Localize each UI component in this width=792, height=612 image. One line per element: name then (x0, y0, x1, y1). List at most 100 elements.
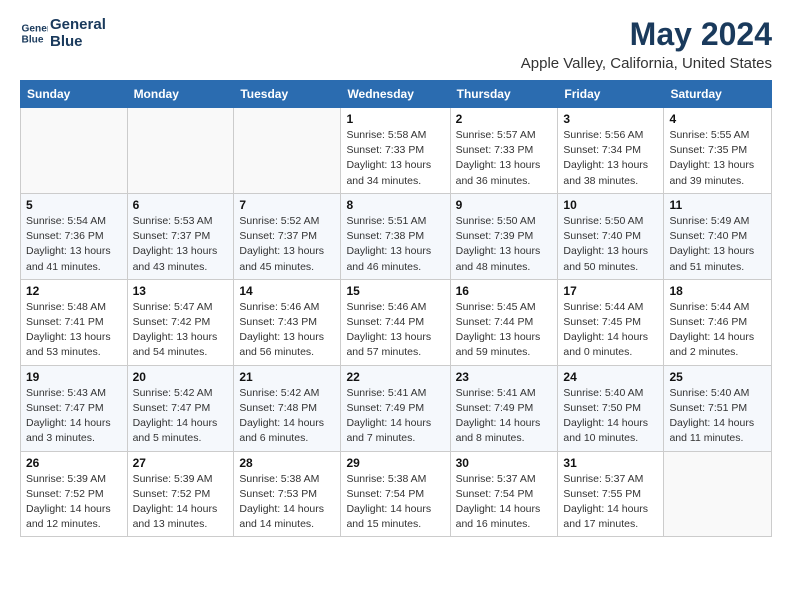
calendar-cell: 11 Sunrise: 5:49 AM Sunset: 7:40 PM Dayli… (664, 193, 772, 279)
logo-line1: General (50, 16, 106, 33)
day-info: Sunrise: 5:58 AM Sunset: 7:33 PM Dayligh… (346, 128, 444, 189)
day-number: 13 (133, 284, 229, 298)
day-info: Sunrise: 5:42 AM Sunset: 7:47 PM Dayligh… (133, 386, 229, 447)
calendar-cell: 18 Sunrise: 5:44 AM Sunset: 7:46 PM Dayli… (664, 279, 772, 365)
svg-text:Blue: Blue (22, 35, 44, 46)
calendar-cell: 28Sunrise: 5:38 AM Sunset: 7:53 PM Dayli… (234, 451, 341, 537)
day-header-thursday: Thursday (450, 81, 558, 108)
day-info: Sunrise: 5:49 AM Sunset: 7:40 PM Dayligh… (669, 214, 766, 275)
location-title: Apple Valley, California, United States (521, 55, 772, 72)
day-info: Sunrise: 5:41 AM Sunset: 7:49 PM Dayligh… (346, 386, 444, 447)
day-number: 4 (669, 112, 766, 126)
calendar-cell: 8Sunrise: 5:51 AM Sunset: 7:38 PM Daylig… (341, 193, 450, 279)
week-row-3: 12Sunrise: 5:48 AM Sunset: 7:41 PM Dayli… (21, 279, 772, 365)
day-info: Sunrise: 5:41 AM Sunset: 7:49 PM Dayligh… (456, 386, 553, 447)
calendar-cell: 10 Sunrise: 5:50 AM Sunset: 7:40 PM Dayli… (558, 193, 664, 279)
day-number: 1 (346, 112, 444, 126)
calendar-cell: 17 Sunrise: 5:44 AM Sunset: 7:45 PM Dayli… (558, 279, 664, 365)
calendar-cell: 3 Sunrise: 5:56 AM Sunset: 7:34 PM Daylig… (558, 108, 664, 194)
day-number: 19 (26, 370, 122, 384)
calendar-header-row: SundayMondayTuesdayWednesdayThursdayFrid… (21, 81, 772, 108)
day-number: 31 (563, 456, 658, 470)
day-number: 29 (346, 456, 444, 470)
day-number: 10 (563, 198, 658, 212)
day-number: 15 (346, 284, 444, 298)
day-number: 11 (669, 198, 766, 212)
day-number: 16 (456, 284, 553, 298)
day-info: Sunrise: 5:40 AM Sunset: 7:51 PM Dayligh… (669, 386, 766, 447)
day-number: 20 (133, 370, 229, 384)
calendar-cell: 1 Sunrise: 5:58 AM Sunset: 7:33 PM Daylig… (341, 108, 450, 194)
day-info: Sunrise: 5:44 AM Sunset: 7:45 PM Dayligh… (563, 300, 658, 361)
calendar-body: 1 Sunrise: 5:58 AM Sunset: 7:33 PM Daylig… (21, 108, 772, 537)
day-info: Sunrise: 5:46 AM Sunset: 7:44 PM Dayligh… (346, 300, 444, 361)
day-info: Sunrise: 5:50 AM Sunset: 7:40 PM Dayligh… (563, 214, 658, 275)
day-number: 23 (456, 370, 553, 384)
day-info: Sunrise: 5:48 AM Sunset: 7:41 PM Dayligh… (26, 300, 122, 361)
calendar-cell: 27Sunrise: 5:39 AM Sunset: 7:52 PM Dayli… (127, 451, 234, 537)
calendar-cell: 29 Sunrise: 5:38 AM Sunset: 7:54 PM Dayli… (341, 451, 450, 537)
week-row-1: 1 Sunrise: 5:58 AM Sunset: 7:33 PM Daylig… (21, 108, 772, 194)
calendar-cell: 13 Sunrise: 5:47 AM Sunset: 7:42 PM Dayli… (127, 279, 234, 365)
calendar-cell: 31 Sunrise: 5:37 AM Sunset: 7:55 PM Dayli… (558, 451, 664, 537)
day-info: Sunrise: 5:53 AM Sunset: 7:37 PM Dayligh… (133, 214, 229, 275)
day-info: Sunrise: 5:44 AM Sunset: 7:46 PM Dayligh… (669, 300, 766, 361)
day-info: Sunrise: 5:50 AM Sunset: 7:39 PM Dayligh… (456, 214, 553, 275)
day-info: Sunrise: 5:43 AM Sunset: 7:47 PM Dayligh… (26, 386, 122, 447)
calendar-cell: 12Sunrise: 5:48 AM Sunset: 7:41 PM Dayli… (21, 279, 128, 365)
svg-text:General: General (22, 24, 48, 35)
calendar-cell: 9Sunrise: 5:50 AM Sunset: 7:39 PM Daylig… (450, 193, 558, 279)
day-info: Sunrise: 5:46 AM Sunset: 7:43 PM Dayligh… (239, 300, 335, 361)
day-info: Sunrise: 5:42 AM Sunset: 7:48 PM Dayligh… (239, 386, 335, 447)
logo: General Blue General Blue (20, 16, 106, 51)
day-info: Sunrise: 5:47 AM Sunset: 7:42 PM Dayligh… (133, 300, 229, 361)
day-info: Sunrise: 5:40 AM Sunset: 7:50 PM Dayligh… (563, 386, 658, 447)
calendar-cell (234, 108, 341, 194)
calendar-cell: 5 Sunrise: 5:54 AM Sunset: 7:36 PM Daylig… (21, 193, 128, 279)
day-number: 3 (563, 112, 658, 126)
day-info: Sunrise: 5:38 AM Sunset: 7:54 PM Dayligh… (346, 472, 444, 533)
title-block: May 2024 Apple Valley, California, Unite… (521, 16, 772, 72)
day-number: 18 (669, 284, 766, 298)
calendar-cell: 22Sunrise: 5:41 AM Sunset: 7:49 PM Dayli… (341, 365, 450, 451)
day-number: 2 (456, 112, 553, 126)
calendar-cell: 7Sunrise: 5:52 AM Sunset: 7:37 PM Daylig… (234, 193, 341, 279)
day-number: 24 (563, 370, 658, 384)
day-number: 5 (26, 198, 122, 212)
day-header-tuesday: Tuesday (234, 81, 341, 108)
day-info: Sunrise: 5:56 AM Sunset: 7:34 PM Dayligh… (563, 128, 658, 189)
calendar-cell: 14Sunrise: 5:46 AM Sunset: 7:43 PM Dayli… (234, 279, 341, 365)
page-header: General Blue General Blue May 2024 Apple… (20, 16, 772, 72)
calendar-cell: 6 Sunrise: 5:53 AM Sunset: 7:37 PM Daylig… (127, 193, 234, 279)
day-info: Sunrise: 5:37 AM Sunset: 7:55 PM Dayligh… (563, 472, 658, 533)
week-row-5: 26 Sunrise: 5:39 AM Sunset: 7:52 PM Dayli… (21, 451, 772, 537)
calendar-table: SundayMondayTuesdayWednesdayThursdayFrid… (20, 80, 772, 537)
calendar-cell: 2Sunrise: 5:57 AM Sunset: 7:33 PM Daylig… (450, 108, 558, 194)
day-number: 6 (133, 198, 229, 212)
calendar-cell: 16Sunrise: 5:45 AM Sunset: 7:44 PM Dayli… (450, 279, 558, 365)
calendar-cell: 20 Sunrise: 5:42 AM Sunset: 7:47 PM Dayli… (127, 365, 234, 451)
day-info: Sunrise: 5:39 AM Sunset: 7:52 PM Dayligh… (133, 472, 229, 533)
calendar-cell (127, 108, 234, 194)
month-title: May 2024 (521, 16, 772, 53)
week-row-4: 19 Sunrise: 5:43 AM Sunset: 7:47 PM Dayli… (21, 365, 772, 451)
calendar-cell: 30 Sunrise: 5:37 AM Sunset: 7:54 PM Dayli… (450, 451, 558, 537)
logo-line2: Blue (50, 33, 106, 50)
calendar-cell: 24 Sunrise: 5:40 AM Sunset: 7:50 PM Dayli… (558, 365, 664, 451)
day-number: 30 (456, 456, 553, 470)
day-info: Sunrise: 5:37 AM Sunset: 7:54 PM Dayligh… (456, 472, 553, 533)
day-number: 7 (239, 198, 335, 212)
day-info: Sunrise: 5:54 AM Sunset: 7:36 PM Dayligh… (26, 214, 122, 275)
day-number: 17 (563, 284, 658, 298)
day-number: 21 (239, 370, 335, 384)
day-number: 25 (669, 370, 766, 384)
day-info: Sunrise: 5:51 AM Sunset: 7:38 PM Dayligh… (346, 214, 444, 275)
day-header-sunday: Sunday (21, 81, 128, 108)
day-header-monday: Monday (127, 81, 234, 108)
calendar-cell: 4 Sunrise: 5:55 AM Sunset: 7:35 PM Daylig… (664, 108, 772, 194)
week-row-2: 5 Sunrise: 5:54 AM Sunset: 7:36 PM Daylig… (21, 193, 772, 279)
day-info: Sunrise: 5:55 AM Sunset: 7:35 PM Dayligh… (669, 128, 766, 189)
day-info: Sunrise: 5:38 AM Sunset: 7:53 PM Dayligh… (239, 472, 335, 533)
calendar-cell: 26Sunrise: 5:39 AM Sunset: 7:52 PM Dayli… (21, 451, 128, 537)
day-number: 26 (26, 456, 122, 470)
